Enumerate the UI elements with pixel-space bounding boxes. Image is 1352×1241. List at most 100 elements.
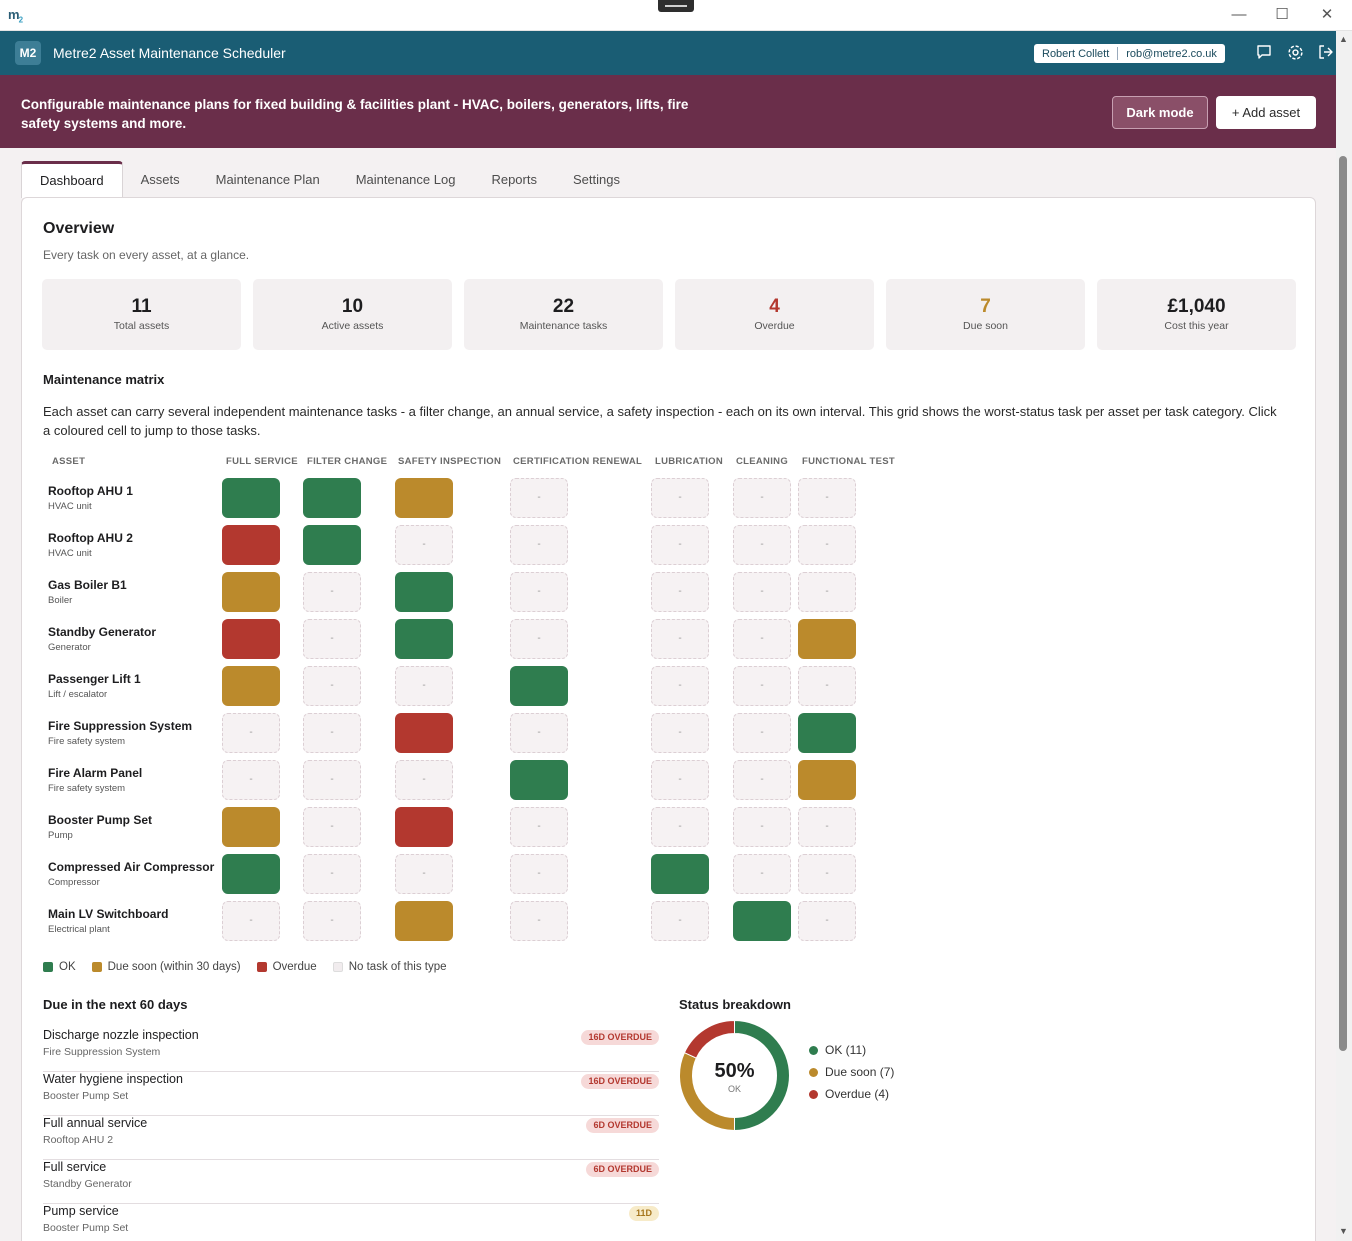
matrix-cell[interactable]	[510, 666, 568, 706]
maximize-button[interactable]: ☐	[1262, 3, 1302, 27]
legend-label: Due soon (within 30 days)	[107, 961, 241, 973]
status-legend-label: Overdue (4)	[825, 1087, 890, 1101]
matrix-column-header: LUBRICATION	[655, 456, 724, 467]
matrix-asset-type: Electrical plant	[48, 924, 110, 935]
matrix-asset-type: HVAC unit	[48, 501, 92, 512]
donut-segment	[683, 1020, 735, 1059]
matrix-cell[interactable]	[395, 807, 453, 847]
matrix-cell[interactable]	[395, 478, 453, 518]
stat-card: £1,040 Cost this year	[1097, 279, 1296, 350]
status-legend-label: Due soon (7)	[825, 1065, 895, 1079]
matrix-cell: -	[303, 713, 361, 753]
scrollbar-thumb[interactable]	[1339, 156, 1347, 1051]
tab-assets[interactable]: Assets	[123, 161, 198, 198]
window-drag-handle[interactable]	[658, 0, 694, 12]
matrix-asset-type: Lift / escalator	[48, 689, 108, 700]
matrix-cell: -	[395, 760, 453, 800]
matrix-cell[interactable]	[222, 525, 280, 565]
stat-value: 11	[131, 296, 152, 317]
matrix-cell[interactable]	[222, 572, 280, 612]
due-status-badge: 6D OVERDUE	[586, 1162, 659, 1177]
matrix-cell: -	[651, 807, 709, 847]
scroll-up-arrow-icon[interactable]: ▲	[1339, 34, 1348, 44]
matrix-asset-name: Gas Boiler B1	[48, 578, 127, 592]
legend-item: OK	[43, 961, 76, 973]
matrix-cell[interactable]	[222, 619, 280, 659]
matrix-cell[interactable]	[303, 525, 361, 565]
legend-label: No task of this type	[348, 961, 447, 973]
due-task-row[interactable]: Discharge nozzle inspection Fire Suppress…	[43, 1028, 659, 1072]
matrix-cell[interactable]	[395, 572, 453, 612]
due-task-row[interactable]: Full annual service Rooftop AHU 2 6D OVERD…	[43, 1116, 659, 1160]
status-legend-dot	[809, 1089, 818, 1099]
matrix-column-header: SAFETY INSPECTION	[398, 456, 502, 467]
matrix-cell: -	[303, 619, 361, 659]
matrix-cell: -	[395, 854, 453, 894]
stat-card: 11 Total assets	[42, 279, 241, 350]
close-window-button[interactable]: ✕	[1307, 3, 1347, 27]
stat-label: Maintenance tasks	[519, 320, 608, 332]
due-list-title: Due in the next 60 days	[43, 997, 188, 1012]
window-titlebar: m2 — ☐ ✕	[0, 0, 1352, 31]
due-status-badge: 16D OVERDUE	[581, 1030, 659, 1045]
matrix-asset-name: Rooftop AHU 2	[48, 531, 133, 545]
matrix-cell[interactable]	[222, 807, 280, 847]
minimize-button[interactable]: —	[1219, 3, 1259, 27]
tab-reports[interactable]: Reports	[473, 161, 555, 198]
matrix-cell[interactable]	[510, 760, 568, 800]
matrix-cell[interactable]	[303, 478, 361, 518]
matrix-cell: -	[510, 713, 568, 753]
due-status-badge: 11D	[628, 1206, 659, 1221]
tab-maintenance-plan[interactable]: Maintenance Plan	[198, 161, 338, 198]
tab-settings[interactable]: Settings	[555, 161, 638, 198]
matrix-cell[interactable]	[395, 901, 453, 941]
matrix-cell: -	[303, 854, 361, 894]
window-logo: m2	[8, 7, 23, 25]
settings-gear-icon[interactable]	[1286, 44, 1304, 62]
due-task-row[interactable]: Full service Standby Generator 6D OVERDUE	[43, 1160, 659, 1204]
app-logo: M2	[15, 41, 41, 65]
status-breakdown-title: Status breakdown	[679, 997, 791, 1012]
due-task-row[interactable]: Pump service Booster Pump Set 11D	[43, 1204, 659, 1241]
dark-mode-button[interactable]: Dark mode	[1112, 96, 1208, 129]
tab-maintenance-log[interactable]: Maintenance Log	[338, 161, 474, 198]
stat-label: Total assets	[113, 320, 170, 332]
matrix-asset-type: HVAC unit	[48, 548, 92, 559]
matrix-cell[interactable]	[798, 760, 856, 800]
due-status-badge: 6D OVERDUE	[586, 1118, 659, 1133]
matrix-cell: -	[222, 760, 280, 800]
matrix-cell[interactable]	[222, 478, 280, 518]
matrix-cell[interactable]	[798, 619, 856, 659]
matrix-cell[interactable]	[395, 713, 453, 753]
legend-swatch	[332, 962, 343, 972]
logout-icon[interactable]	[1317, 44, 1335, 62]
matrix-cell[interactable]	[798, 713, 856, 753]
matrix-cell: -	[222, 901, 280, 941]
legend-swatch	[91, 962, 102, 972]
scroll-down-arrow-icon[interactable]: ▼	[1339, 1226, 1348, 1236]
matrix-cell[interactable]	[222, 854, 280, 894]
matrix-cell: -	[303, 760, 361, 800]
page-scrollbar[interactable]: ▲ ▼	[1336, 31, 1352, 1241]
matrix-cell[interactable]	[222, 666, 280, 706]
status-legend-label: OK (11)	[825, 1043, 867, 1057]
due-task-row[interactable]: Water hygiene inspection Booster Pump Set…	[43, 1072, 659, 1116]
feedback-icon[interactable]	[1255, 44, 1273, 62]
matrix-cell: -	[510, 619, 568, 659]
legend-label: Overdue	[272, 961, 317, 973]
stat-value: 10	[341, 296, 364, 317]
due-task-asset: Fire Suppression System	[43, 1046, 161, 1058]
matrix-cell[interactable]	[395, 619, 453, 659]
tab-dashboard[interactable]: Dashboard	[21, 161, 123, 198]
matrix-asset-type: Boiler	[48, 595, 73, 606]
matrix-cell: -	[798, 525, 856, 565]
matrix-cell[interactable]	[733, 901, 791, 941]
matrix-cell[interactable]	[651, 854, 709, 894]
matrix-cell: -	[798, 901, 856, 941]
due-task-asset: Booster Pump Set	[43, 1090, 129, 1102]
add-asset-button[interactable]: + Add asset	[1216, 96, 1316, 129]
matrix-cell: -	[222, 713, 280, 753]
matrix-cell: -	[303, 572, 361, 612]
due-task-name: Pump service	[43, 1204, 119, 1218]
user-chip[interactable]: Robert Collett rob@metre2.co.uk	[1034, 44, 1225, 63]
